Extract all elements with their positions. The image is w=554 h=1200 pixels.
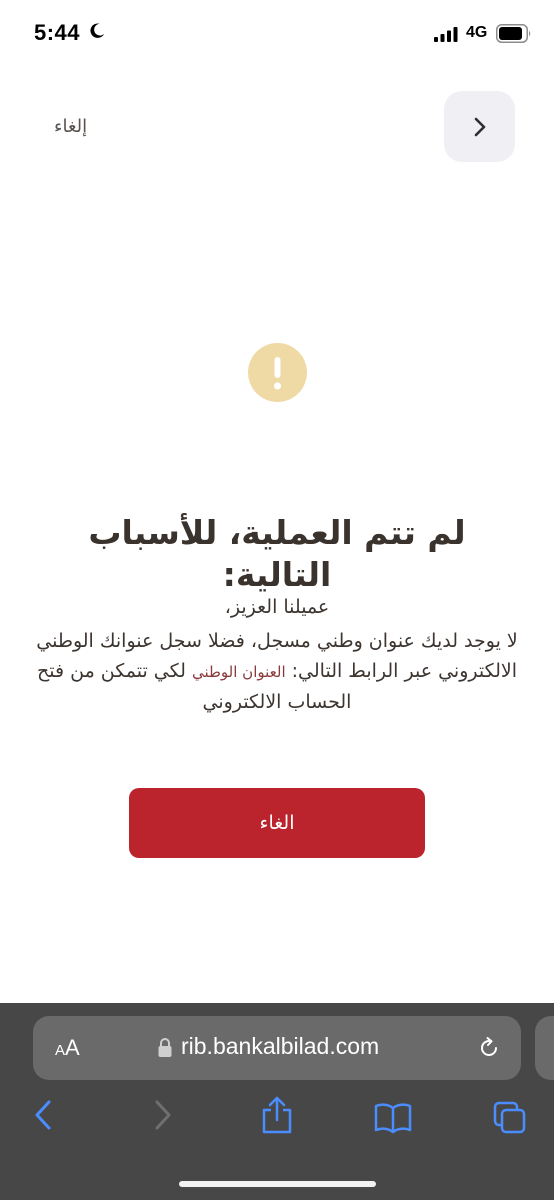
url-text: rib.bankalbilad.com — [181, 1033, 380, 1059]
battery-icon — [496, 24, 531, 43]
lock-icon — [158, 1038, 172, 1057]
chevron-right-icon — [474, 117, 485, 136]
address-bar[interactable]: AA rib.bankalbilad.com — [33, 1016, 521, 1080]
home-indicator — [179, 1181, 376, 1187]
status-bar: 5:44 4G — [0, 0, 554, 70]
cancel-button[interactable]: الغاء — [129, 788, 425, 858]
error-description: لا يوجد لديك عنوان وطني مسجل، فضلا سجل ع… — [34, 626, 520, 717]
back-button[interactable] — [444, 91, 515, 162]
browser-toolbar: AA rib.bankalbilad.com — [0, 1003, 554, 1200]
tabs-icon[interactable] — [492, 1100, 528, 1136]
signal-icon — [434, 27, 458, 42]
share-icon[interactable] — [260, 1095, 294, 1135]
next-tab-preview[interactable] — [535, 1016, 554, 1080]
error-title: لم تتم العملية، للأسباب التالية: — [88, 513, 466, 594]
reload-icon[interactable] — [477, 1036, 501, 1060]
moon-icon — [90, 23, 105, 38]
forward-icon[interactable] — [152, 1098, 174, 1132]
warning-icon — [248, 343, 307, 402]
network-label: 4G — [466, 24, 488, 41]
back-icon[interactable] — [32, 1098, 54, 1132]
aa-large-letter: A — [65, 1035, 80, 1060]
national-address-link[interactable]: العنوان الوطني — [192, 663, 286, 681]
cancel-link[interactable]: إلغاء — [54, 116, 87, 137]
aa-small-letter: A — [55, 1042, 66, 1059]
reader-options-button[interactable]: AA — [55, 1035, 80, 1061]
bookmarks-icon[interactable] — [374, 1102, 412, 1134]
status-time: 5:44 — [34, 20, 81, 45]
greeting-text: عميلنا العزيز، — [224, 596, 330, 618]
